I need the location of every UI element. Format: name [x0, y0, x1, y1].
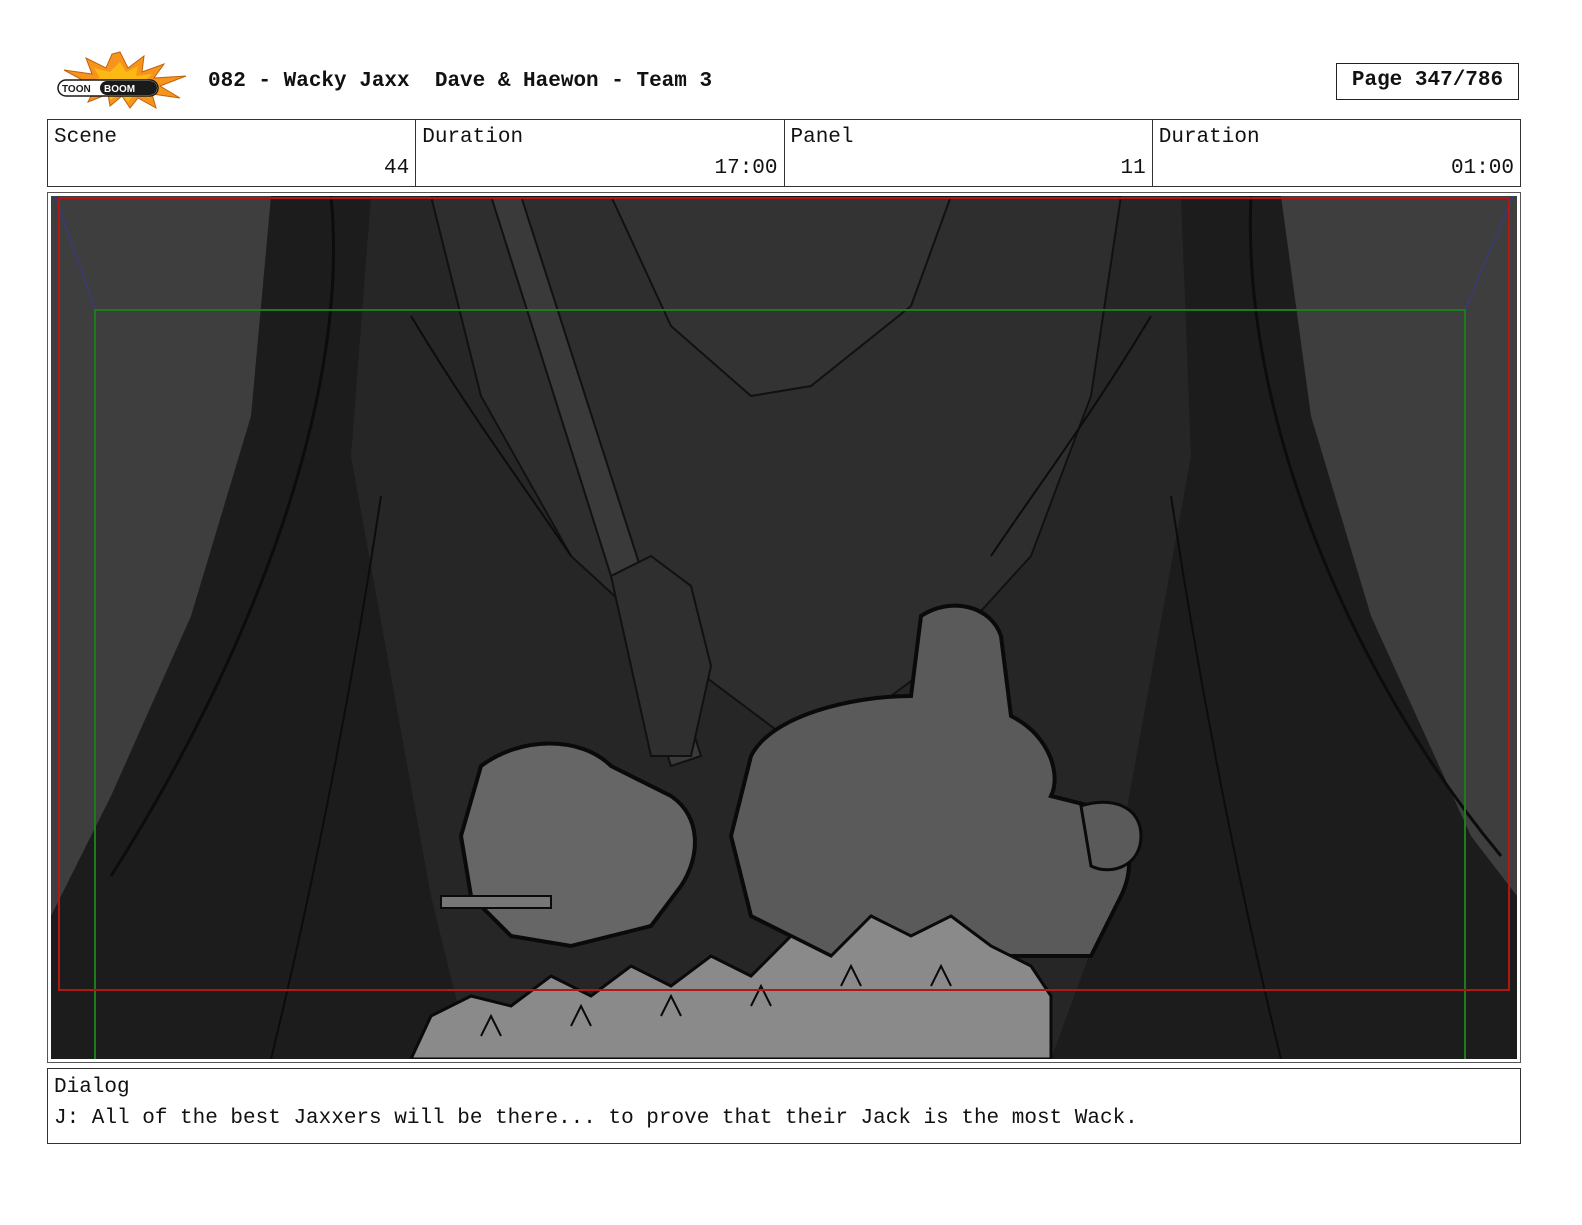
scene-duration-cell: Duration 17:00: [416, 120, 785, 186]
svg-text:BOOM: BOOM: [104, 84, 135, 95]
scene-label: Scene: [54, 126, 118, 149]
panel-cell: Panel 11: [785, 120, 1153, 186]
svg-text:TOON: TOON: [62, 84, 91, 95]
scene-cell: Scene 44: [48, 120, 417, 186]
page-number-badge: Page 347/786: [1336, 63, 1519, 100]
dialog-label: Dialog: [54, 1076, 130, 1099]
dialog-box: Dialog J: All of the best Jaxxers will b…: [47, 1068, 1521, 1144]
panel-label: Panel: [790, 126, 854, 149]
panel-duration-label: Duration: [1158, 126, 1260, 149]
panel-duration-cell: Duration 01:00: [1153, 120, 1520, 186]
scene-info-table: Scene 44 Duration 17:00 Panel 11 Duratio…: [47, 119, 1521, 187]
scene-value: 44: [384, 157, 410, 180]
dialog-text: J: All of the best Jaxxers will be there…: [54, 1107, 1138, 1130]
storyboard-sketch-crowd-icon: [51, 196, 1517, 1059]
panel-duration-value: 01:00: [1450, 157, 1514, 180]
scene-duration-value: 17:00: [714, 157, 778, 180]
toon-boom-logo-icon: TOON BOOM: [52, 50, 188, 110]
scene-duration-label: Duration: [422, 126, 524, 149]
panel-value: 11: [1120, 157, 1146, 180]
page-title: 082 - Wacky Jaxx Dave & Haewon - Team 3: [208, 70, 713, 93]
